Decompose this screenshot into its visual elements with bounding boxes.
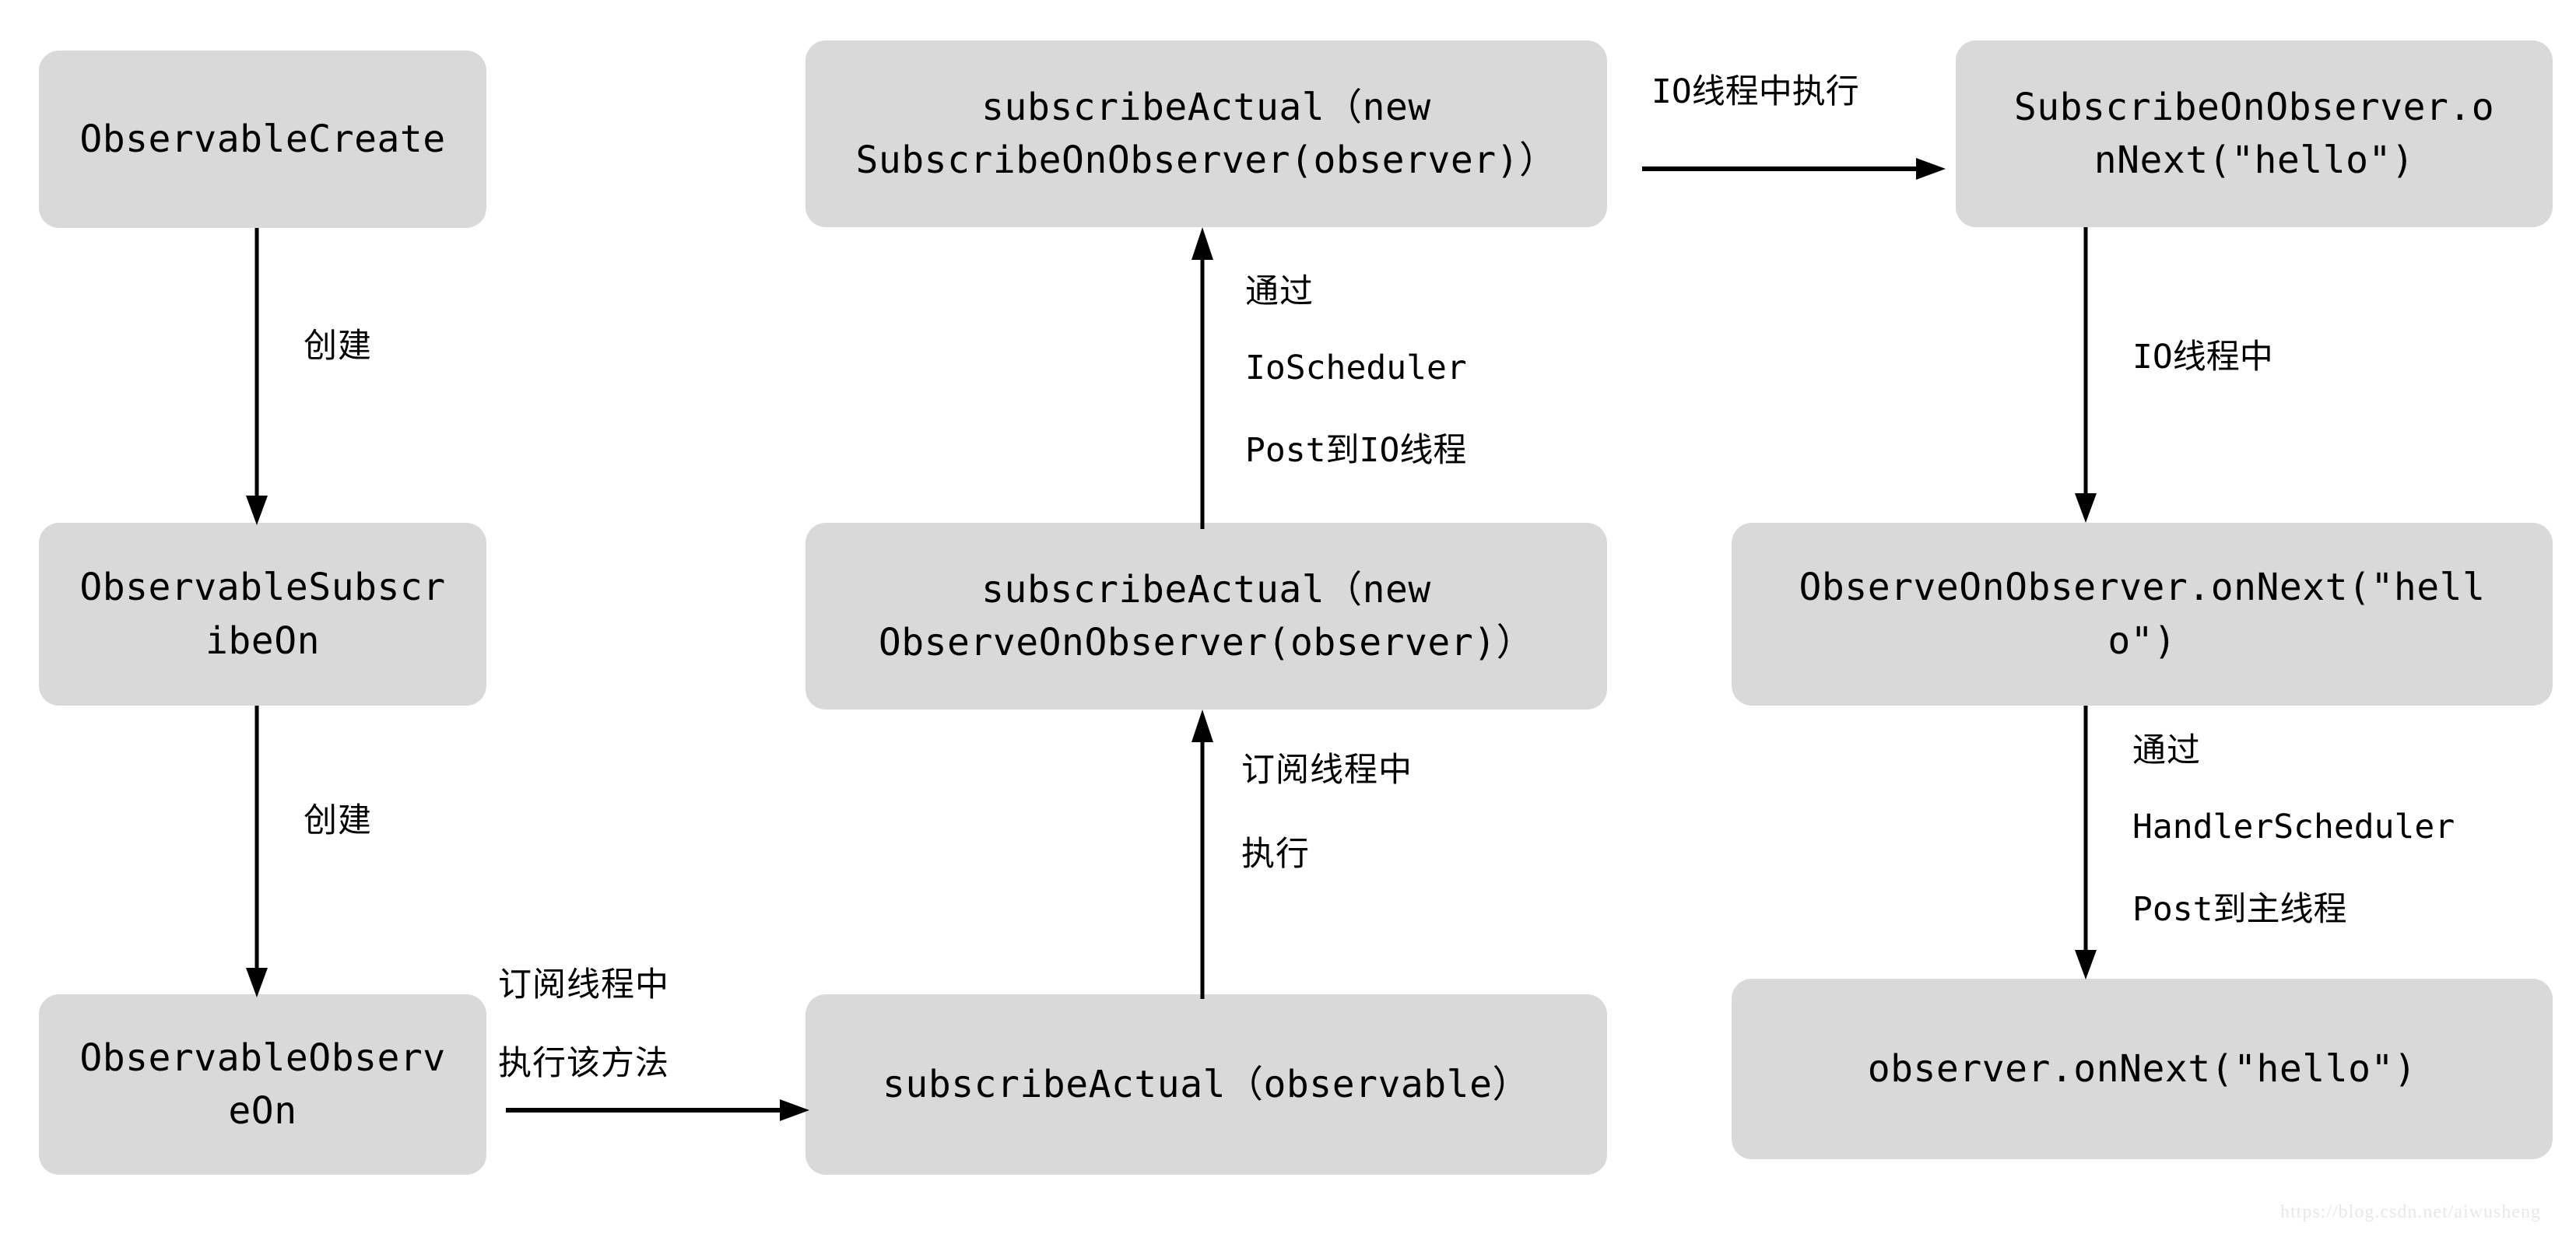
edge-label-subscribe-thread-exec-method: 订阅线程中 执行该方法 <box>498 967 669 1083</box>
edge-label-io-thread-exec: IO线程中执行 <box>1651 72 1859 111</box>
edge-label-through-handler-line1: 通过 <box>2132 733 2201 769</box>
node-subscribe-actual-observable-label: subscribeActual（observable） <box>883 1062 1530 1106</box>
node-observable-subscribeon[interactable]: ObservableSubscr ibeOn <box>39 523 486 706</box>
node-subscribe-actual-observable[interactable]: subscribeActual（observable） <box>805 994 1607 1175</box>
node-subscribe-actual-observeon[interactable]: subscribeActual（new ObserveOnObserver(ob… <box>805 523 1607 710</box>
edge-label-subscribe-thread-exec-line1: 订阅线程中 <box>1241 752 1413 789</box>
edge-label-through-handlerscheduler: 通过 HandlerScheduler Post到主线程 <box>2132 724 2455 966</box>
node-subscribeon-observer-onnext[interactable]: SubscribeOnObserver.o nNext("hello") <box>1956 40 2553 227</box>
edge-label-through-io-line1: 通过 <box>1245 274 1314 310</box>
node-subscribe-actual-observeon-label: subscribeActual（new ObserveOnObserver(ob… <box>878 567 1535 664</box>
node-observeon-observer-onnext[interactable]: ObserveOnObserver.onNext("hell o") <box>1732 523 2553 706</box>
edge-label-through-io-line3: Post到IO线程 <box>1245 431 1467 470</box>
arrow-up-through-io <box>1187 227 1218 529</box>
arrow-down-io-thread <box>2070 227 2101 523</box>
edge-label-through-handler-line3: Post到主线程 <box>2132 890 2347 929</box>
node-observable-create-label: ObservableCreate <box>79 117 446 161</box>
node-observable-observeon[interactable]: ObservableObserv eOn <box>39 994 486 1175</box>
arrow-down-create-1 <box>241 228 272 525</box>
node-observable-observeon-label: ObservableObserv eOn <box>79 1036 446 1133</box>
node-observer-onnext[interactable]: observer.onNext("hello") <box>1732 979 2553 1159</box>
arrow-up-subscribe-thread <box>1187 710 1218 999</box>
arrow-down-create-2 <box>241 706 272 997</box>
arrow-down-through-handler <box>2070 706 2101 979</box>
edge-label-through-ioscheduler: 通过 IoScheduler Post到IO线程 <box>1245 265 1467 507</box>
arrow-right-io-thread-exec <box>1642 156 1946 182</box>
edge-label-subscribe-thread-exec: 订阅线程中 执行 <box>1241 743 1413 911</box>
watermark: https://blog.csdn.net/aiwusheng <box>2280 1202 2541 1222</box>
edge-label-create-2: 创建 <box>304 803 372 839</box>
node-observable-create[interactable]: ObservableCreate <box>39 51 486 228</box>
node-observer-onnext-label: observer.onNext("hello") <box>1867 1046 2417 1091</box>
diagram-canvas: ObservableCreate subscribeActual（new Sub… <box>0 0 2576 1237</box>
edge-label-subscribe-thread-exec-line2: 执行 <box>1241 836 1310 873</box>
edge-label-create-1: 创建 <box>304 328 372 365</box>
edge-label-through-io-line2: IoScheduler <box>1245 349 1467 387</box>
edge-label-io-thread: IO线程中 <box>2132 338 2273 377</box>
node-subscribeon-observer-onnext-label: SubscribeOnObserver.o nNext("hello") <box>2013 85 2495 182</box>
node-subscribe-actual-subscribeon[interactable]: subscribeActual（new SubscribeOnObserver(… <box>805 40 1607 227</box>
edge-label-through-handler-line2: HandlerScheduler <box>2132 808 2455 846</box>
node-subscribe-actual-subscribeon-label: subscribeActual（new SubscribeOnObserver(… <box>855 85 1557 182</box>
node-observable-subscribeon-label: ObservableSubscr ibeOn <box>79 566 446 663</box>
node-observeon-observer-onnext-label: ObserveOnObserver.onNext("hell o") <box>1799 566 2486 663</box>
